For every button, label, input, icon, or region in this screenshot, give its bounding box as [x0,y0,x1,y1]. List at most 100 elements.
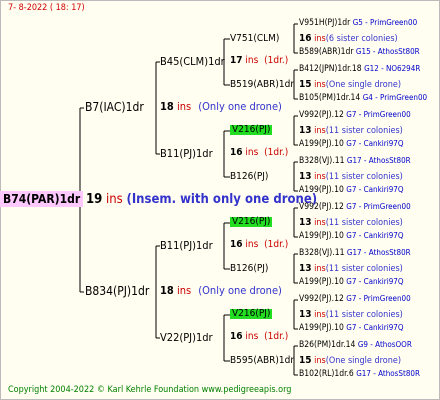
gen1-detail-2: (Only one drone) [198,284,282,297]
gen1-num-1: 18 [160,100,174,113]
gen4-queen-9[interactable]: V992(PJ).12 [299,202,344,212]
gen3-queen-1[interactable]: V751(CLM) [230,34,279,44]
gen3-info-3: 13 ins(11 sister colonies) [299,126,403,136]
gen2-queen-3[interactable]: B11(PJ)1dr [160,240,213,251]
gen4-ref-4: G4 - PrimGreen00 [362,93,428,102]
gen4-queen-8[interactable]: A199(PJ).10 [299,185,344,195]
gen4-ref-7: G17 - AthosSt80R [346,156,411,165]
gen4-queen-11[interactable]: B328(VJ).11 [299,248,344,258]
gen2-queen-1[interactable]: B45(CLM)1dr [160,56,225,67]
gen1-num-2: 18 [160,284,174,297]
gen2-info-1: 17 ins (1dr.) [230,56,288,66]
gen3-ins-3: ins [314,126,326,136]
gen2-ins-4: ins [245,331,259,342]
gen3-queen-5[interactable]: V216(PJ) [230,217,273,227]
gen4-row-5: V992(PJ).12 G7 - PrimGreen00 [299,111,411,120]
gen3-info-7: 13 ins(11 sister colonies) [299,310,403,320]
gen1-info-1: 18 ins (Only one drone) [160,101,282,112]
gen1-queen-2[interactable]: B834(PJ)1dr [85,285,149,297]
gen3-num-7: 13 [299,309,312,320]
gen3-num-3: 13 [299,125,312,136]
gen3-detail-6: (11 sister colonies) [325,264,403,274]
gen3-detail-2: (One single drone) [325,80,401,90]
gen4-queen-3[interactable]: B412(JPN)1dr.18 [299,64,362,74]
gen2-num-1: 17 [230,55,243,66]
gen4-queen-2[interactable]: B589(ABR)1dr [299,47,353,57]
gen4-queen-16[interactable]: B102(RL)1dr.6 [299,369,354,379]
gen2-queen-4[interactable]: V22(PJ)1dr [160,332,213,343]
gen3-queen-2[interactable]: B519(ABR)1dr [230,80,294,90]
gen2-detail-1: (1dr.) [264,55,289,66]
gen4-row-12: A199(PJ).10 G7 - Cankiri97Q [299,278,404,287]
gen4-queen-7[interactable]: B328(VJ).11 [299,156,344,166]
gen1-ins-1: ins [176,100,192,113]
gen3-info-4: 13 ins(11 sister colonies) [299,172,403,182]
gen4-row-2: B589(ABR)1dr G15 - AthosSt80R [299,48,420,57]
gen3-info-2: 15 ins(One single drone) [299,80,401,90]
gen4-row-6: A199(PJ).10 G7 - Cankiri97Q [299,140,404,149]
gen3-detail-8: (One single drone) [325,356,401,366]
gen4-queen-5[interactable]: V992(PJ).12 [299,110,344,120]
gen4-ref-13: G7 - PrimGreen00 [346,294,411,303]
gen2-ins-1: ins [245,55,259,66]
gen4-row-1: V951H(PJ)1dr G5 - PrimGreen00 [299,19,417,28]
gen4-queen-10[interactable]: A199(PJ).10 [299,231,344,241]
gen1-queen-1[interactable]: B7(IAC)1dr [85,101,144,113]
gen2-detail-3: (1dr.) [264,239,289,250]
gen3-ins-5: ins [314,218,326,228]
gen3-num-6: 13 [299,263,312,274]
gen4-ref-5: G7 - PrimGreen00 [346,110,411,119]
gen2-num-4: 16 [230,331,243,342]
gen3-queen-6[interactable]: B126(PJ) [230,264,268,274]
gen2-info-2: 16 ins (1dr.) [230,148,288,158]
gen3-detail-3: (11 sister colonies) [325,126,403,136]
gen3-ins-2: ins [314,80,326,90]
gen3-queen-4[interactable]: B126(PJ) [230,172,268,182]
gen2-info-3: 16 ins (1dr.) [230,240,288,250]
gen3-num-1: 16 [299,33,312,44]
gen4-row-4: B105(PM)1dr.14 G4 - PrimGreen00 [299,94,427,103]
gen4-row-16: B102(RL)1dr.6 G17 - AthosSt80R [299,370,420,379]
gen3-ins-4: ins [314,172,326,182]
gen4-queen-14[interactable]: A199(PJ).10 [299,323,344,333]
gen3-queen-8[interactable]: B595(ABR)1dr [230,356,294,366]
gen4-ref-14: G7 - Cankiri97Q [346,323,404,332]
gen4-row-8: A199(PJ).10 G7 - Cankiri97Q [299,186,404,195]
gen4-queen-12[interactable]: A199(PJ).10 [299,277,344,287]
gen3-info-5: 13 ins(11 sister colonies) [299,218,403,228]
gen4-ref-10: G7 - Cankiri97Q [346,231,404,240]
gen2-queen-2[interactable]: B11(PJ)1dr [160,148,213,159]
root-queen[interactable]: B74(PAR)1dr [0,191,84,207]
gen3-detail-7: (11 sister colonies) [325,310,403,320]
gen3-info-6: 13 ins(11 sister colonies) [299,264,403,274]
root-detail: (Insem. with only one drone) [126,192,318,207]
gen4-row-7: B328(VJ).11 G17 - AthosSt80R [299,157,411,166]
gen4-ref-2: G15 - AthosSt80R [355,47,420,56]
gen2-num-3: 16 [230,239,243,250]
root-info: 19 ins (Insem. with only one drone) [86,193,317,206]
date-stamp: 7- 8-2022 ( 18: 17) [8,3,85,13]
gen3-queen-3[interactable]: V216(PJ) [230,125,273,135]
gen2-detail-4: (1dr.) [264,331,289,342]
gen4-queen-6[interactable]: A199(PJ).10 [299,139,344,149]
gen4-ref-11: G17 - AthosSt80R [346,248,411,257]
gen3-detail-4: (11 sister colonies) [325,172,403,182]
gen4-ref-8: G7 - Cankiri97Q [346,185,404,194]
gen4-queen-15[interactable]: B26(PM)1dr.14 [299,340,355,350]
gen3-queen-7[interactable]: V216(PJ) [230,309,273,319]
root-ins: ins [106,192,123,207]
gen4-row-11: B328(VJ).11 G17 - AthosSt80R [299,249,411,258]
gen4-row-3: B412(JPN)1dr.18 G12 - NO6294R [299,65,420,74]
gen4-ref-3: G12 - NO6294R [364,64,421,73]
gen3-ins-8: ins [314,356,326,366]
gen1-detail-1: (Only one drone) [198,100,282,113]
footer-copyright[interactable]: Copyright 2004-2022 © Karl Kehrle Founda… [8,386,291,395]
gen2-ins-2: ins [245,147,259,158]
gen4-queen-13[interactable]: V992(PJ).12 [299,294,344,304]
gen4-queen-1[interactable]: V951H(PJ)1dr [299,18,350,28]
gen3-ins-6: ins [314,264,326,274]
gen4-queen-4[interactable]: B105(PM)1dr.14 [299,93,360,103]
gen4-ref-6: G7 - Cankiri97Q [346,139,404,148]
gen2-ins-3: ins [245,239,259,250]
gen4-row-10: A199(PJ).10 G7 - Cankiri97Q [299,232,404,241]
